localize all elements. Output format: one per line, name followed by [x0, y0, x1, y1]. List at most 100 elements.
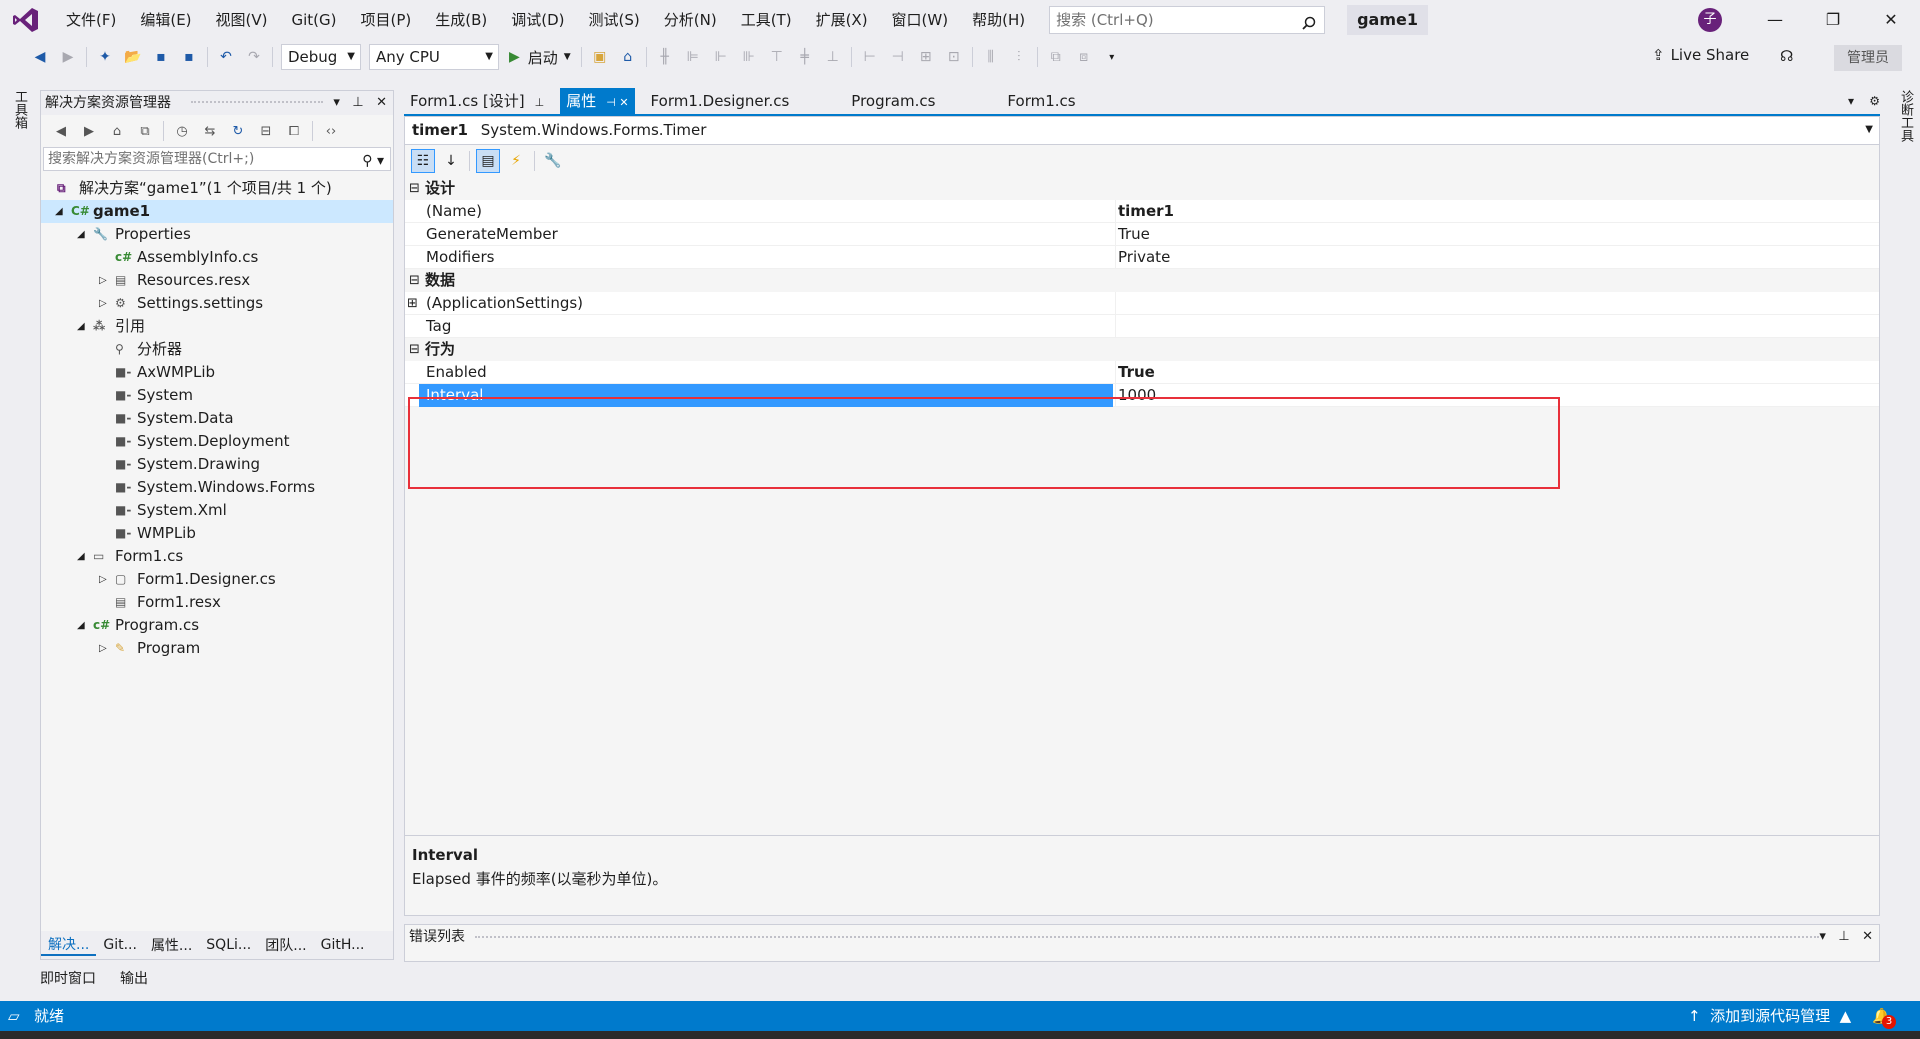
- source-control-button[interactable]: ↑ 添加到源代码管理 ▲: [1688, 1001, 1851, 1031]
- start-debug-button[interactable]: ▶ 启动 ▼: [509, 47, 571, 68]
- search-input[interactable]: 搜索 (Ctrl+Q): [1049, 6, 1326, 34]
- document-tab[interactable]: Form1.cs: [1001, 88, 1081, 114]
- events-lightning-icon[interactable]: ⚡: [504, 149, 528, 173]
- bring-to-front-icon[interactable]: ⧉: [1044, 45, 1068, 69]
- back-icon[interactable]: ◀: [49, 119, 73, 143]
- expand-arrow-icon[interactable]: ▷: [99, 269, 107, 292]
- tree-item[interactable]: ▷ ▤ Resources.resx: [41, 269, 393, 292]
- forward-icon[interactable]: ▶: [56, 45, 80, 69]
- tree-item[interactable]: ■‑ System.Drawing: [41, 453, 393, 476]
- user-avatar[interactable]: 子: [1698, 8, 1722, 32]
- tree-item[interactable]: ◢ ▭ Form1.cs: [41, 545, 393, 568]
- panel-tab[interactable]: SQLi...: [199, 937, 258, 953]
- property-row[interactable]: Tag: [405, 315, 1879, 338]
- property-value[interactable]: [1115, 315, 1118, 338]
- tree-item[interactable]: ◢ ⁂ 引用: [41, 315, 393, 338]
- same-width-icon[interactable]: ⊢: [858, 45, 882, 69]
- pin-close-icon[interactable]: ⊣ ✕: [606, 96, 628, 109]
- object-selector[interactable]: timer1 System.Windows.Forms.Timer ▼: [405, 117, 1879, 145]
- document-tab[interactable]: Form1.Designer.cs: [645, 88, 796, 114]
- close-icon[interactable]: ✕: [376, 95, 387, 110]
- property-row[interactable]: (Name) timer1: [405, 200, 1879, 223]
- menu-item[interactable]: 生成(B): [423, 0, 499, 40]
- property-row[interactable]: Enabled True: [405, 361, 1879, 384]
- panel-tab[interactable]: GitH...: [314, 937, 372, 953]
- property-value[interactable]: True: [1115, 223, 1150, 246]
- expand-arrow-icon[interactable]: ▷: [99, 292, 107, 315]
- size-to-grid-icon[interactable]: ⊡: [942, 45, 966, 69]
- menu-item[interactable]: 工具(T): [729, 0, 804, 40]
- property-name[interactable]: Tag: [419, 315, 1113, 338]
- tree-item[interactable]: ▷ ▢ Form1.Designer.cs: [41, 568, 393, 591]
- solution-search-input[interactable]: 搜索解决方案资源管理器(Ctrl+;) ⚲ ▾: [43, 147, 391, 171]
- menu-item[interactable]: 帮助(H): [960, 0, 1037, 40]
- pin-icon[interactable]: ⊥: [535, 96, 545, 109]
- align-top-icon[interactable]: ⊤: [765, 45, 789, 69]
- property-value[interactable]: True: [1115, 361, 1155, 384]
- dropdown-icon[interactable]: ▾: [333, 95, 340, 110]
- collapse-box-icon[interactable]: ⊟: [409, 338, 420, 361]
- property-name[interactable]: Enabled: [419, 361, 1113, 384]
- tree-item[interactable]: ⚲ 分析器: [41, 338, 393, 361]
- panel-tab[interactable]: 属性...: [144, 935, 199, 955]
- menu-item[interactable]: 分析(N): [652, 0, 729, 40]
- tree-item[interactable]: ⧉ 解决方案“game1”(1 个项目/共 1 个): [41, 177, 393, 200]
- property-row[interactable]: Modifiers Private: [405, 246, 1879, 269]
- menu-item[interactable]: 文件(F): [54, 0, 128, 40]
- feedback-icon[interactable]: ☊: [1780, 47, 1793, 65]
- document-tab[interactable]: Form1.cs [设计] ⊥: [404, 88, 550, 114]
- new-project-icon[interactable]: ✦: [93, 45, 117, 69]
- align-center-icon[interactable]: ⊩: [709, 45, 733, 69]
- dropdown-icon[interactable]: ▾: [1819, 929, 1826, 944]
- menu-item[interactable]: 编辑(E): [128, 0, 203, 40]
- tree-item[interactable]: ■‑ System.Windows.Forms: [41, 476, 393, 499]
- property-category[interactable]: ⊟ 数据: [405, 269, 1879, 292]
- menu-item[interactable]: Git(G): [280, 0, 349, 40]
- panel-tab[interactable]: 解决...: [41, 934, 97, 956]
- tree-item[interactable]: ▤ Form1.resx: [41, 591, 393, 614]
- collapse-box-icon[interactable]: ⊟: [409, 177, 420, 200]
- panel-tab[interactable]: 团队...: [258, 935, 313, 955]
- save-all-icon[interactable]: ▪: [177, 45, 201, 69]
- align-bottom-icon[interactable]: ⊥: [821, 45, 845, 69]
- tree-item[interactable]: ◢ c# Program.cs: [41, 614, 393, 637]
- browser-icon[interactable]: ⌂: [616, 45, 640, 69]
- redo-icon[interactable]: ↷: [242, 45, 266, 69]
- menu-item[interactable]: 调试(D): [499, 0, 576, 40]
- same-size-icon[interactable]: ⊞: [914, 45, 938, 69]
- tree-item[interactable]: ▷ ✎ Program: [41, 637, 393, 660]
- tree-item[interactable]: ◢ 🔧 Properties: [41, 223, 393, 246]
- tree-item[interactable]: c# AssemblyInfo.cs: [41, 246, 393, 269]
- vertical-spacing-icon[interactable]: ⫶: [1007, 45, 1031, 69]
- document-tab[interactable]: 属性 ⊣ ✕: [560, 88, 635, 114]
- property-value[interactable]: timer1: [1115, 200, 1174, 223]
- align-left-icon[interactable]: ⊫: [681, 45, 705, 69]
- horizontal-spacing-icon[interactable]: ⫼: [979, 45, 1003, 69]
- platform-select[interactable]: Any CPU ▼: [369, 44, 499, 70]
- panel-tab[interactable]: Git...: [96, 937, 144, 953]
- settings-gear-icon[interactable]: ⚙: [1869, 94, 1880, 108]
- tree-item[interactable]: ■‑ System: [41, 384, 393, 407]
- property-name[interactable]: GenerateMember: [419, 223, 1113, 246]
- folder-icon[interactable]: ▣: [588, 45, 612, 69]
- property-pages-wrench-icon[interactable]: 🔧: [541, 149, 565, 173]
- collapse-arrow-icon[interactable]: ◢: [55, 200, 63, 223]
- collapse-arrow-icon[interactable]: ◢: [77, 614, 85, 637]
- collapse-arrow-icon[interactable]: ◢: [77, 315, 85, 338]
- pin-icon[interactable]: ⊥: [352, 95, 363, 110]
- tree-item[interactable]: ■‑ System.Xml: [41, 499, 393, 522]
- live-share-button[interactable]: ⇪ Live Share: [1652, 46, 1749, 64]
- alphabetical-icon[interactable]: ↓: [439, 149, 463, 173]
- tree-item[interactable]: ■‑ System.Data: [41, 407, 393, 430]
- collapse-box-icon[interactable]: ⊟: [409, 269, 420, 292]
- toolbar-overflow-icon[interactable]: ▾: [1100, 45, 1124, 69]
- menu-item[interactable]: 测试(S): [577, 0, 652, 40]
- property-category[interactable]: ⊟ 设计: [405, 177, 1879, 200]
- refresh-icon[interactable]: ↻: [226, 119, 250, 143]
- collapse-all-icon[interactable]: ⊟: [254, 119, 278, 143]
- menu-item[interactable]: 视图(V): [204, 0, 280, 40]
- configuration-select[interactable]: Debug ▼: [281, 44, 361, 70]
- expand-arrow-icon[interactable]: ▷: [99, 568, 107, 591]
- close-window-button[interactable]: ✕: [1862, 0, 1920, 40]
- bottom-panel-tab[interactable]: 即时窗口: [40, 968, 96, 988]
